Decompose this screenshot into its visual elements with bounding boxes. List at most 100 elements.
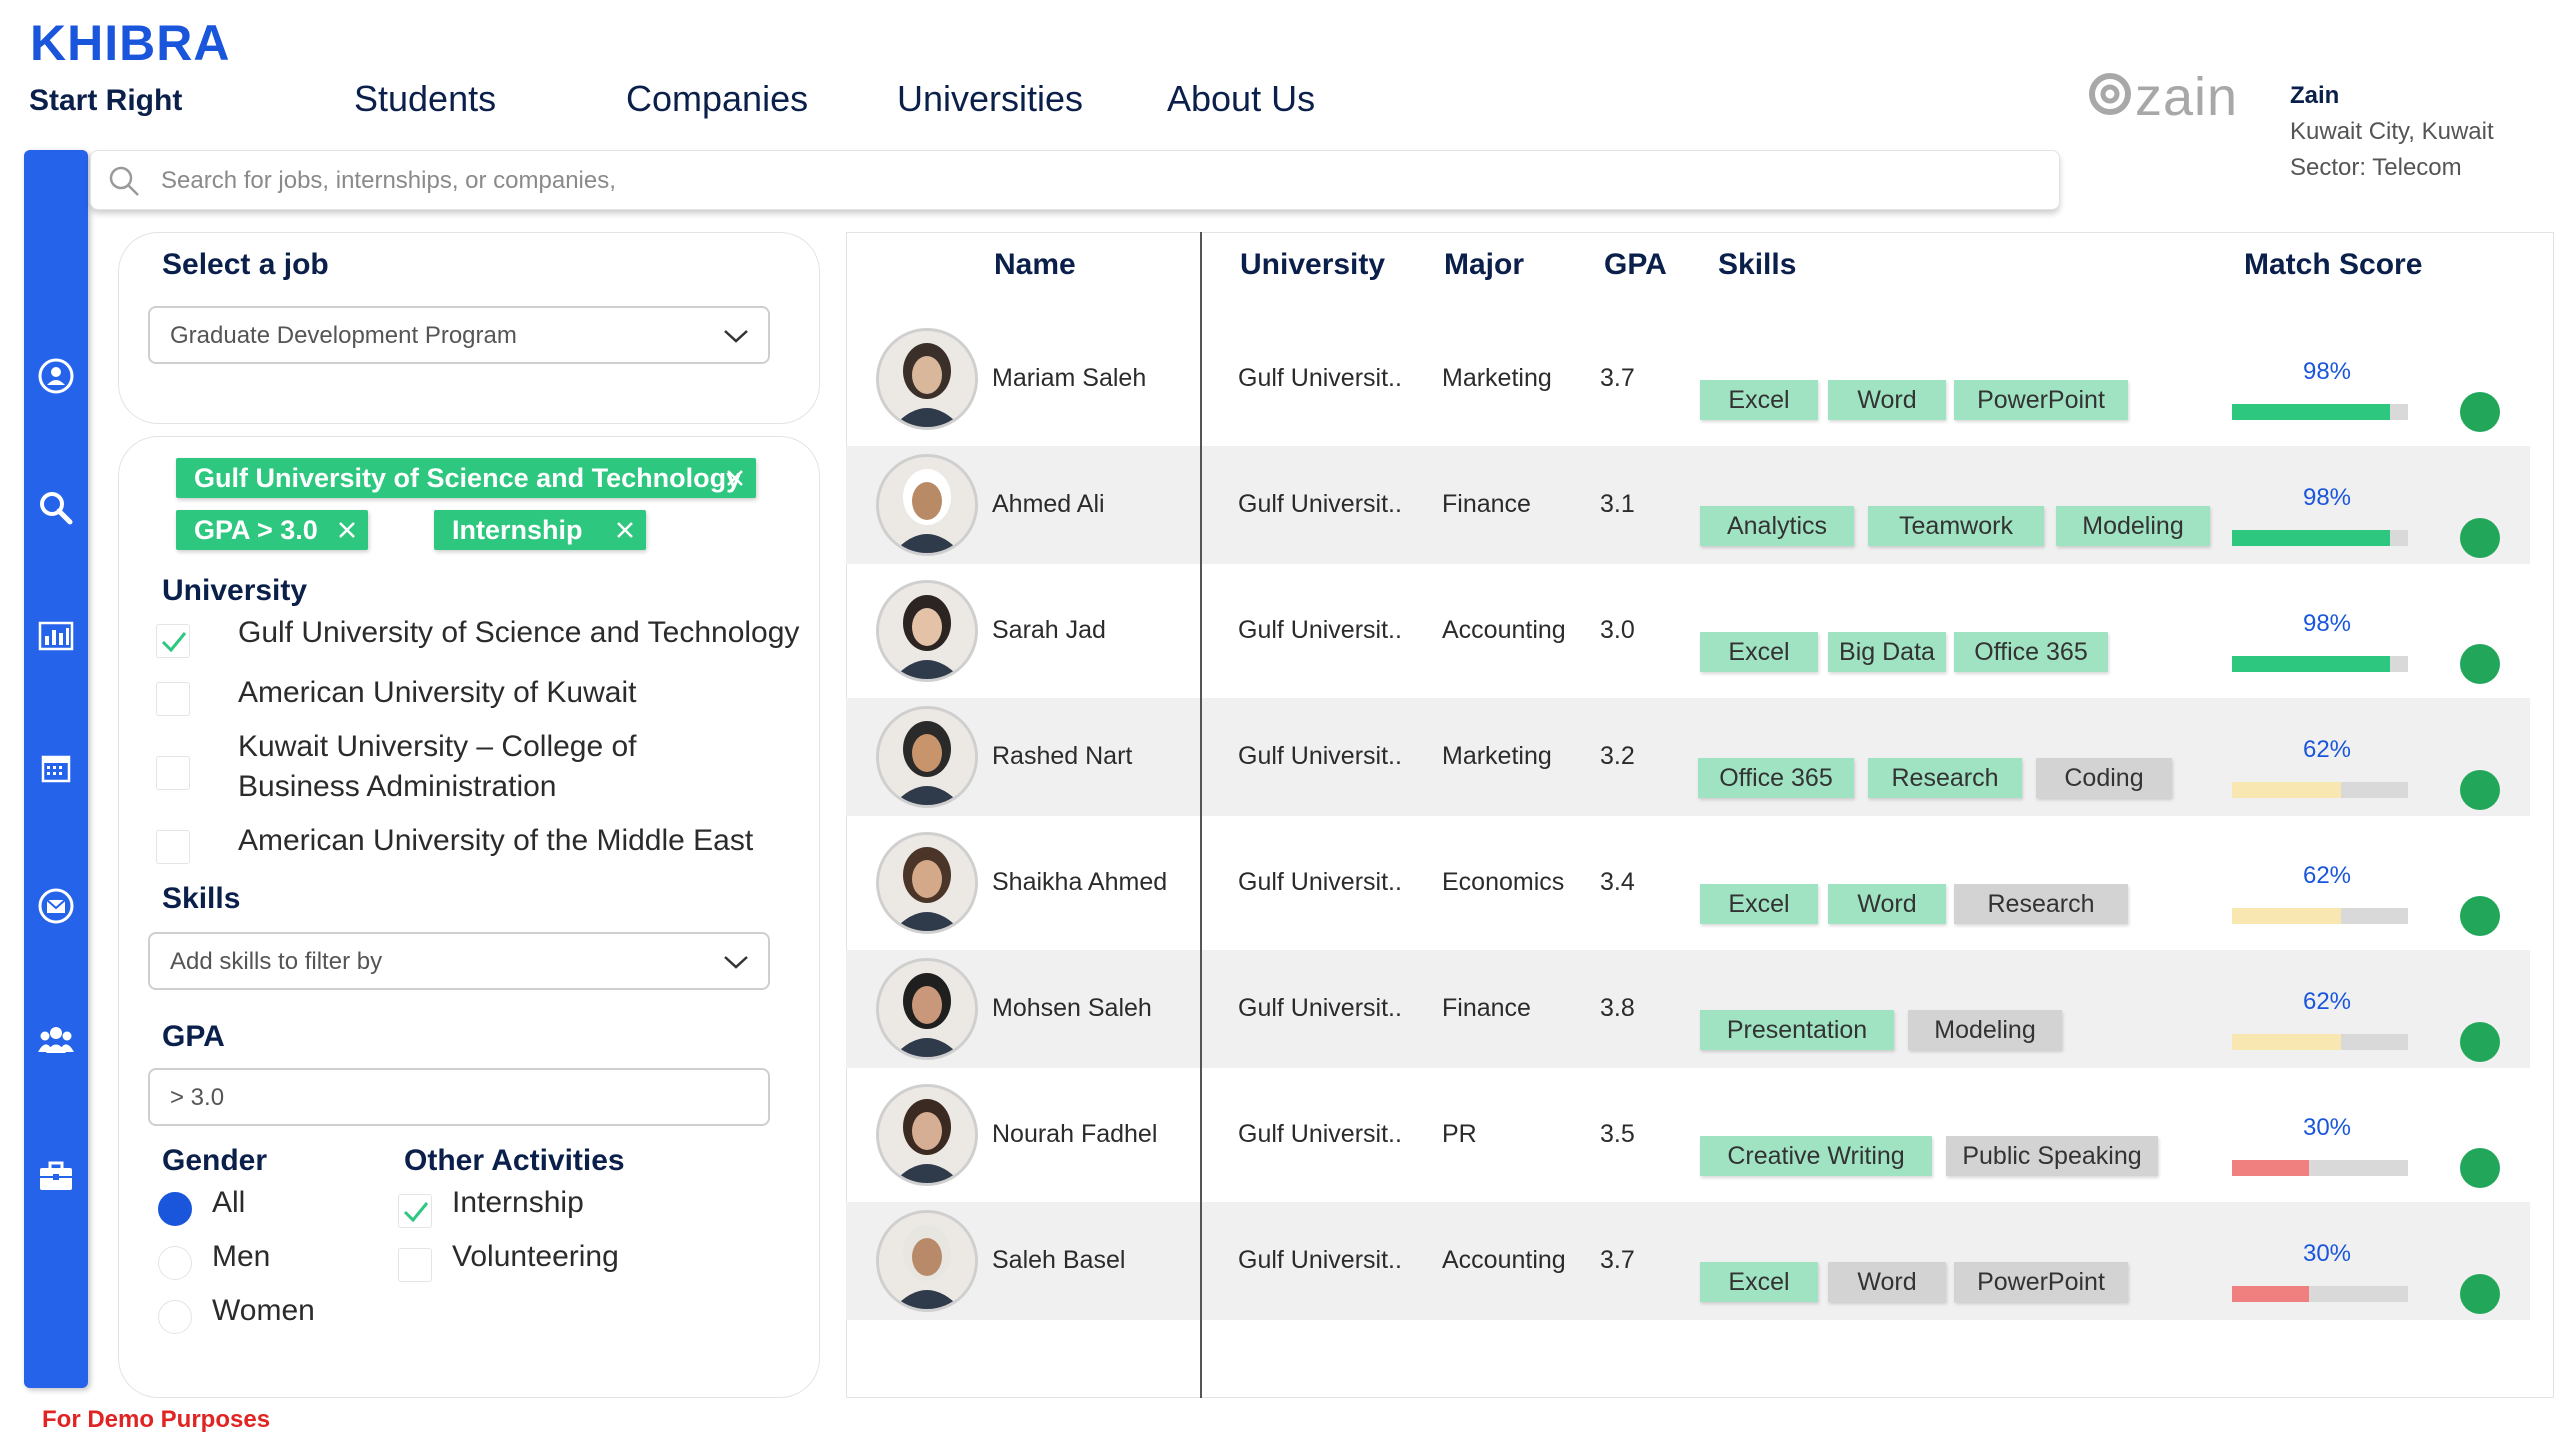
gender-radio-women[interactable]	[158, 1300, 192, 1334]
university-option-label: Kuwait University – College of	[238, 730, 637, 763]
calendar-icon[interactable]	[38, 750, 74, 786]
status-indicator[interactable]	[2460, 770, 2500, 810]
student-gpa: 3.0	[1600, 616, 1635, 644]
student-university: Gulf Universit..	[1238, 742, 1402, 770]
skill-tag: Research	[1954, 884, 2128, 924]
avatar[interactable]	[876, 958, 978, 1060]
nav-universities[interactable]: Universities	[897, 78, 1083, 120]
avatar[interactable]	[876, 580, 978, 682]
match-score-fill	[2232, 782, 2341, 798]
skill-tag: Teamwork	[1868, 506, 2044, 546]
match-score-bar	[2232, 1160, 2408, 1176]
dashboard-icon[interactable]	[38, 618, 74, 654]
filter-chip-internship: Internship	[434, 510, 646, 550]
match-score-label: 62%	[2302, 862, 2352, 889]
table-row[interactable]: Shaikha Ahmed Gulf Universit.. Economics 3.…	[846, 824, 2530, 942]
skill-tag: Word	[1828, 380, 1946, 420]
avatar[interactable]	[876, 706, 978, 808]
skill-tag: Office 365	[1954, 632, 2108, 672]
student-gpa: 3.2	[1600, 742, 1635, 770]
status-indicator[interactable]	[2460, 1274, 2500, 1314]
close-icon[interactable]	[726, 469, 744, 487]
student-university: Gulf Universit..	[1238, 616, 1402, 644]
search-icon[interactable]	[38, 490, 74, 526]
column-header-name[interactable]: Name	[994, 248, 1076, 282]
activity-checkbox-volunteering[interactable]	[398, 1248, 432, 1282]
status-indicator[interactable]	[2460, 518, 2500, 558]
university-checkbox-aum[interactable]	[156, 830, 190, 864]
student-university: Gulf Universit..	[1238, 868, 1402, 896]
university-checkbox-ku[interactable]	[156, 756, 190, 790]
close-icon[interactable]	[338, 521, 356, 539]
student-name: Rashed Nart	[992, 742, 1133, 770]
skills-select-placeholder: Add skills to filter by	[170, 948, 383, 975]
student-university: Gulf Universit..	[1238, 1120, 1402, 1148]
gpa-field[interactable]	[148, 1068, 770, 1126]
table-row[interactable]: Nourah Fadhel Gulf Universit.. PR 3.5 Creati…	[846, 1076, 2530, 1194]
job-select[interactable]: Graduate Development Program	[148, 306, 770, 364]
avatar[interactable]	[876, 832, 978, 934]
avatar[interactable]	[876, 328, 978, 430]
student-university: Gulf Universit..	[1238, 994, 1402, 1022]
company-name: Zain	[2290, 82, 2340, 109]
select-job-title: Select a job	[162, 248, 329, 281]
avatar[interactable]	[876, 454, 978, 556]
nav-about-us[interactable]: About Us	[1167, 78, 1315, 120]
student-major: Marketing	[1442, 364, 1552, 392]
university-option-label: American University of the Middle East	[238, 824, 754, 857]
nav-students[interactable]: Students	[354, 78, 496, 120]
match-score-label: 62%	[2302, 988, 2352, 1015]
skill-tag: Modeling	[1908, 1010, 2062, 1050]
mail-icon[interactable]	[38, 888, 74, 924]
group-icon[interactable]	[38, 1022, 74, 1058]
company-sector: Sector: Telecom	[2290, 154, 2462, 181]
match-score-bar	[2232, 908, 2408, 924]
student-name: Nourah Fadhel	[992, 1120, 1158, 1148]
skill-tag: Excel	[1700, 884, 1818, 924]
student-name: Mariam Saleh	[992, 364, 1147, 392]
table-row[interactable]: Sarah Jad Gulf Universit.. Accounting 3.0 Ex…	[846, 572, 2530, 690]
search-icon	[109, 166, 139, 196]
checkmark-icon	[161, 632, 187, 653]
briefcase-icon[interactable]	[38, 1158, 74, 1194]
column-header-match-score[interactable]: Match Score	[2244, 248, 2422, 282]
table-row[interactable]: Ahmed Ali Gulf Universit.. Finance 3.1 Analy…	[846, 446, 2530, 564]
status-indicator[interactable]	[2460, 392, 2500, 432]
university-checkbox-gust[interactable]	[156, 624, 190, 658]
student-major: Finance	[1442, 994, 1531, 1022]
column-header-major[interactable]: Major	[1444, 248, 1524, 282]
nav-companies[interactable]: Companies	[626, 78, 808, 120]
table-row[interactable]: Mariam Saleh Gulf Universit.. Marketing 3.7…	[846, 320, 2530, 438]
student-major: Accounting	[1442, 1246, 1566, 1274]
gpa-input[interactable]	[170, 1082, 730, 1114]
university-checkbox-auk[interactable]	[156, 682, 190, 716]
search-input[interactable]	[161, 159, 2011, 203]
column-header-gpa[interactable]: GPA	[1604, 248, 1667, 282]
company-logo-text: zain	[2135, 67, 2239, 127]
table-row[interactable]: Saleh Basel Gulf Universit.. Accounting 3.7…	[846, 1202, 2530, 1320]
close-icon[interactable]	[616, 521, 634, 539]
avatar[interactable]	[876, 1210, 978, 1312]
table-row[interactable]: Rashed Nart Gulf Universit.. Marketing 3.2 O…	[846, 698, 2530, 816]
skill-tag: Research	[1868, 758, 2022, 798]
table-row[interactable]: Mohsen Saleh Gulf Universit.. Finance 3.8 Pr…	[846, 950, 2530, 1068]
brand-logo[interactable]: KHIBRA	[30, 14, 230, 72]
job-select-value: Graduate Development Program	[170, 322, 517, 349]
column-header-university[interactable]: University	[1240, 248, 1385, 282]
checkmark-icon	[403, 1202, 429, 1223]
status-indicator[interactable]	[2460, 644, 2500, 684]
status-indicator[interactable]	[2460, 1022, 2500, 1062]
column-header-skills[interactable]: Skills	[1718, 248, 1796, 282]
avatar[interactable]	[876, 1084, 978, 1186]
gender-option-label: Men	[212, 1240, 271, 1273]
activity-checkbox-internship[interactable]	[398, 1194, 432, 1228]
skill-tag: Excel	[1700, 1262, 1818, 1302]
skill-tag: Big Data	[1828, 632, 1946, 672]
gender-radio-men[interactable]	[158, 1246, 192, 1280]
skills-select[interactable]: Add skills to filter by	[148, 932, 770, 990]
gender-radio-all[interactable]	[158, 1192, 192, 1226]
status-indicator[interactable]	[2460, 896, 2500, 936]
user-icon[interactable]	[38, 358, 74, 394]
status-indicator[interactable]	[2460, 1148, 2500, 1188]
gender-option-label: Women	[212, 1294, 315, 1327]
